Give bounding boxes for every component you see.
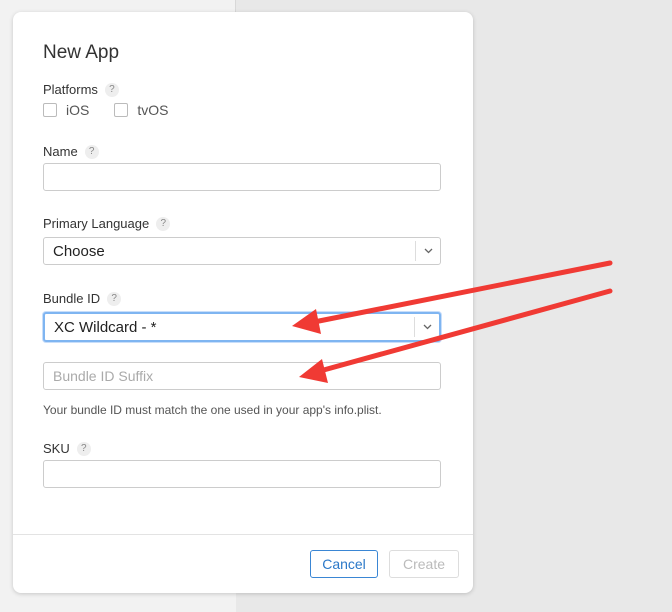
annotation-arrow-group <box>292 260 613 383</box>
arrowhead-bundle-suffix <box>299 359 328 383</box>
annotation-arrows <box>292 260 613 383</box>
arrow-line-bundle-suffix <box>317 288 613 374</box>
arrowhead-bundle-id <box>292 309 321 334</box>
arrow-line-bundle-id <box>311 260 613 325</box>
